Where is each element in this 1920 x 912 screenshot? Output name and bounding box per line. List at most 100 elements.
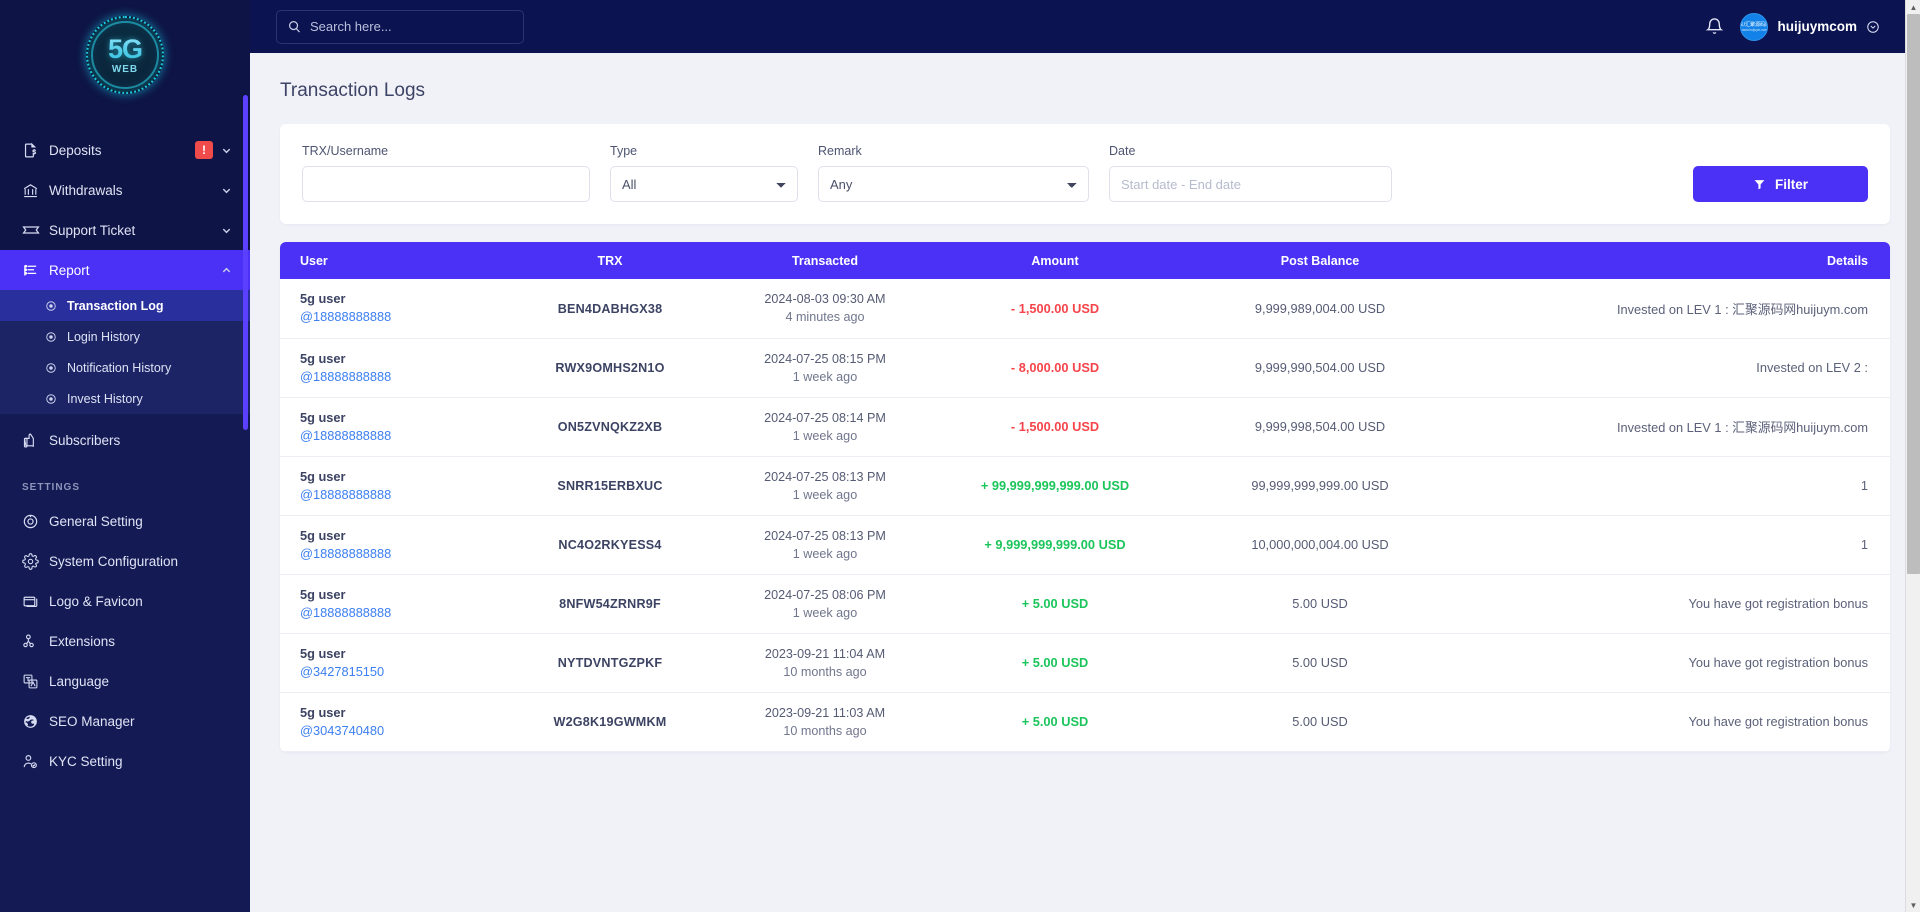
post-balance-value: 99,999,999,999.00 USD bbox=[1251, 478, 1389, 493]
transacted-date: 2024-07-25 08:14 PM bbox=[764, 410, 886, 425]
sidebar-item-deposits[interactable]: Deposits ! bbox=[0, 130, 250, 170]
search-input[interactable] bbox=[310, 19, 513, 34]
bell-icon[interactable] bbox=[1705, 17, 1724, 36]
field-type: Type All bbox=[610, 144, 798, 202]
sidebar-nav: Deposits ! Withdrawals Support Ticket Re… bbox=[0, 130, 250, 290]
sidebar-item-invest-history[interactable]: Invest History bbox=[0, 383, 250, 414]
table-head: User TRX Transacted Amount Post Balance … bbox=[280, 242, 1890, 279]
brand-logo[interactable]: 5G WEB bbox=[0, 0, 250, 110]
search-box[interactable] bbox=[276, 9, 524, 44]
post-balance-value: 9,999,998,504.00 USD bbox=[1254, 419, 1386, 434]
trx-id: SNRR15ERBXUC bbox=[557, 479, 663, 493]
type-select[interactable]: All bbox=[610, 166, 798, 202]
user-handle[interactable]: @3427815150 bbox=[300, 663, 496, 681]
sidebar-item-language[interactable]: Language bbox=[0, 661, 250, 701]
table-row[interactable]: 5g user @18888888888 8NFW54ZRNR9F 2024-07-2… bbox=[280, 574, 1890, 633]
cell-post-balance: 5.00 USD bbox=[1170, 633, 1470, 692]
settings-section-heading: SETTINGS bbox=[0, 460, 250, 501]
cell-post-balance: 9,999,990,504.00 USD bbox=[1170, 338, 1470, 397]
cell-transacted: 2024-08-03 09:30 AM 4 minutes ago bbox=[710, 279, 940, 338]
translate-icon bbox=[22, 673, 44, 690]
sidebar-item-logo-favicon[interactable]: Logo & Favicon bbox=[0, 581, 250, 621]
chevron-down-circle-icon[interactable] bbox=[1866, 20, 1880, 34]
sidebar-item-label: Report bbox=[49, 262, 90, 278]
user-check-icon bbox=[22, 753, 44, 770]
trx-username-label: TRX/Username bbox=[302, 144, 389, 158]
post-balance-value: 10,000,000,004.00 USD bbox=[1251, 537, 1389, 552]
scroll-up-arrow[interactable]: ▲ bbox=[1906, 0, 1920, 14]
user-handle[interactable]: @3043740480 bbox=[300, 722, 496, 740]
scroll-down-arrow[interactable]: ▼ bbox=[1906, 898, 1920, 912]
user-handle[interactable]: @18888888888 bbox=[300, 308, 496, 326]
column-header-user: User bbox=[280, 242, 510, 279]
transacted-relative: 10 months ago bbox=[783, 723, 867, 738]
post-balance-value: 9,999,989,004.00 USD bbox=[1254, 300, 1386, 316]
sidebar-item-label: Logo & Favicon bbox=[49, 593, 143, 609]
sidebar-scroll-area[interactable]: 5G WEB Deposits ! Withdrawals Support Ti… bbox=[0, 0, 250, 912]
transacted-date: 2024-07-25 08:06 PM bbox=[764, 587, 886, 602]
cell-user: 5g user @18888888888 bbox=[280, 338, 510, 397]
column-header-details: Details bbox=[1470, 242, 1890, 279]
sidebar-item-kyc-setting[interactable]: KYC Setting bbox=[0, 741, 250, 781]
table-row[interactable]: 5g user @3043740480 W2G8K19GWMKM 2023-09-21… bbox=[280, 692, 1890, 751]
transacted-relative: 1 week ago bbox=[792, 428, 858, 443]
table-row[interactable]: 5g user @18888888888 SNRR15ERBXUC 2024-07-2… bbox=[280, 456, 1890, 515]
user-name: 5g user bbox=[300, 704, 346, 720]
bank-icon bbox=[22, 182, 44, 199]
avatar: 从/汇聚源码网 www.huijuym.com bbox=[1740, 12, 1769, 41]
submenu-label: Transaction Log bbox=[67, 298, 164, 313]
user-name: 5g user bbox=[300, 350, 346, 366]
chevron-down-icon bbox=[222, 148, 231, 153]
filter-button-label: Filter bbox=[1774, 176, 1808, 192]
sidebar-item-general-setting[interactable]: General Setting bbox=[0, 501, 250, 541]
sidebar-item-transaction-log[interactable]: Transaction Log bbox=[0, 290, 250, 321]
sidebar-scrollbar[interactable] bbox=[243, 95, 248, 430]
cell-post-balance: 5.00 USD bbox=[1170, 574, 1470, 633]
field-trx-username: TRX/Username bbox=[302, 144, 590, 202]
transacted-relative: 1 week ago bbox=[792, 546, 858, 561]
table-row[interactable]: 5g user @3427815150 NYTDVNTGZPKF 2023-09-21… bbox=[280, 633, 1890, 692]
sidebar-item-login-history[interactable]: Login History bbox=[0, 321, 250, 352]
trx-id: 8NFW54ZRNR9F bbox=[559, 597, 661, 611]
cell-details: You have got registration bonus bbox=[1688, 714, 1868, 729]
list-report-icon bbox=[22, 262, 44, 279]
ticket-icon bbox=[22, 221, 44, 239]
sidebar-item-extensions[interactable]: Extensions bbox=[0, 621, 250, 661]
user-profile-menu[interactable]: 从/汇聚源码网 www.huijuym.com huijuymcom bbox=[1740, 12, 1880, 41]
filter-button[interactable]: Filter bbox=[1693, 166, 1868, 202]
trx-username-input[interactable] bbox=[302, 166, 590, 202]
cell-details: You have got registration bonus bbox=[1688, 655, 1868, 670]
sidebar-item-subscribers[interactable]: Subscribers bbox=[0, 420, 250, 460]
cell-user: 5g user @18888888888 bbox=[280, 397, 510, 456]
sidebar-item-system-configuration[interactable]: System Configuration bbox=[0, 541, 250, 581]
user-handle[interactable]: @18888888888 bbox=[300, 486, 496, 504]
table-row[interactable]: 5g user @18888888888 BEN4DABHGX38 2024-08-0… bbox=[280, 279, 1890, 338]
transacted-relative: 1 week ago bbox=[792, 369, 858, 384]
table-body: 5g user @18888888888 BEN4DABHGX38 2024-08-0… bbox=[280, 279, 1890, 751]
table-row[interactable]: 5g user @18888888888 ON5ZVNQKZ2XB 2024-07-2… bbox=[280, 397, 1890, 456]
username-label: huijuymcom bbox=[1777, 19, 1857, 34]
cell-user: 5g user @18888888888 bbox=[280, 456, 510, 515]
cell-trx: 8NFW54ZRNR9F bbox=[510, 574, 710, 633]
user-handle[interactable]: @18888888888 bbox=[300, 427, 496, 445]
sidebar-item-support-ticket[interactable]: Support Ticket bbox=[0, 210, 250, 250]
cell-trx: SNRR15ERBXUC bbox=[510, 456, 710, 515]
table-row[interactable]: 5g user @18888888888 RWX9OMHS2N1O 2024-07-2… bbox=[280, 338, 1890, 397]
date-range-input[interactable] bbox=[1109, 166, 1392, 202]
table-row[interactable]: 5g user @18888888888 NC4O2RKYESS4 2024-07-2… bbox=[280, 515, 1890, 574]
trx-id: NYTDVNTGZPKF bbox=[557, 656, 663, 670]
user-handle[interactable]: @18888888888 bbox=[300, 368, 496, 386]
sidebar-item-withdrawals[interactable]: Withdrawals bbox=[0, 170, 250, 210]
user-handle[interactable]: @18888888888 bbox=[300, 604, 496, 622]
logo-primary-text: 5G bbox=[107, 33, 143, 64]
sidebar-item-seo-manager[interactable]: SEO Manager bbox=[0, 701, 250, 741]
post-balance-value: 5.00 USD bbox=[1292, 655, 1348, 670]
sidebar-item-report[interactable]: Report bbox=[0, 250, 250, 290]
amount-value: + 5.00 USD bbox=[1021, 596, 1089, 611]
sidebar-item-notification-history[interactable]: Notification History bbox=[0, 352, 250, 383]
cell-transacted: 2024-07-25 08:13 PM 1 week ago bbox=[710, 515, 940, 574]
page-scrollbar-thumb[interactable] bbox=[1907, 14, 1920, 574]
user-handle[interactable]: @18888888888 bbox=[300, 545, 496, 563]
remark-select[interactable]: Any bbox=[818, 166, 1089, 202]
page-scrollbar[interactable]: ▲ ▼ bbox=[1905, 0, 1920, 912]
